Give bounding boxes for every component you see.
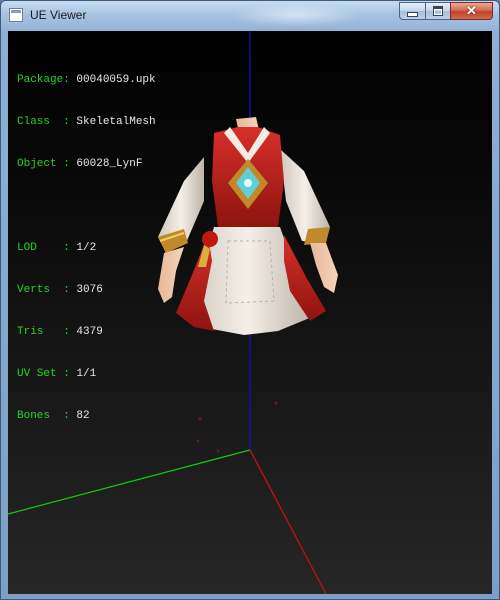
lod-value: 1/2 xyxy=(76,242,97,254)
tris-value: 4379 xyxy=(76,326,103,338)
maximize-button[interactable] xyxy=(425,2,450,20)
app-window-icon[interactable] xyxy=(9,8,23,22)
caption-buttons: ✕ xyxy=(399,2,493,20)
app-window: UE Viewer ✕ Package: 00040059.upk Class … xyxy=(0,0,500,600)
3d-viewport[interactable]: Package: 00040059.upk Class : SkeletalMe… xyxy=(8,31,492,594)
info-row-package: Package: 00040059.upk xyxy=(17,73,156,87)
class-value: SkeletalMesh xyxy=(76,116,156,128)
object-value: 60028_LynF xyxy=(76,158,143,170)
lod-label: LOD : xyxy=(17,242,77,254)
info-row-uvset: UV Set : 1/1 xyxy=(17,367,156,381)
info-row-class: Class : SkeletalMesh xyxy=(17,115,156,129)
minimize-icon xyxy=(407,11,418,17)
package-label: Package: xyxy=(17,74,77,86)
minimize-button[interactable] xyxy=(399,2,425,20)
mesh-info-panel: Package: 00040059.upk Class : SkeletalMe… xyxy=(17,45,156,451)
close-icon: ✕ xyxy=(466,3,477,18)
window-title: UE Viewer xyxy=(30,8,87,22)
package-value: 00040059.upk xyxy=(76,74,156,86)
class-label: Class : xyxy=(17,116,77,128)
close-button[interactable]: ✕ xyxy=(450,2,493,20)
bones-label: Bones : xyxy=(17,410,77,422)
title-bar[interactable]: UE Viewer ✕ xyxy=(1,1,499,31)
bones-value: 82 xyxy=(76,410,90,422)
info-row-verts: Verts : 3076 xyxy=(17,283,156,297)
title-glow xyxy=(231,3,361,27)
maximize-icon xyxy=(433,6,443,16)
uvset-label: UV Set : xyxy=(17,368,77,380)
verts-value: 3076 xyxy=(76,284,103,296)
info-row-lod: LOD : 1/2 xyxy=(17,241,156,255)
info-row-bones: Bones : 82 xyxy=(17,409,156,423)
uvset-value: 1/1 xyxy=(76,368,97,380)
tris-label: Tris : xyxy=(17,326,77,338)
info-row-object: Object : 60028_LynF xyxy=(17,157,156,171)
verts-label: Verts : xyxy=(17,284,77,296)
info-row-tris: Tris : 4379 xyxy=(17,325,156,339)
object-label: Object : xyxy=(17,158,77,170)
